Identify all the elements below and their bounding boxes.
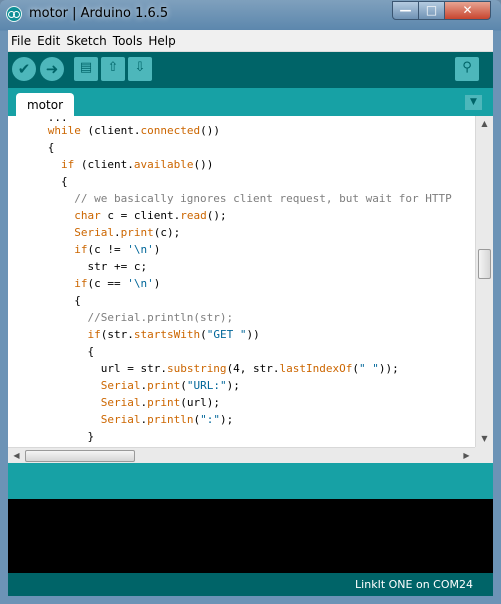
code-line: if (client.available()) [60,158,214,171]
new-file-icon: ▤ [79,60,93,75]
horizontal-scroll-thumb[interactable] [25,450,135,462]
close-button[interactable]: ✕ [444,1,491,20]
serial-monitor-button[interactable]: ⚲ [455,57,479,81]
code-line: // we basically ignores client request, … [8,192,452,205]
code-line: if(c == '\n') [74,277,161,290]
open-button[interactable]: ⇧ [101,57,125,81]
scroll-left-icon[interactable]: ◀ [8,448,25,464]
verify-button[interactable]: ✔ [12,57,36,81]
code-line: { [8,141,55,154]
vertical-scrollbar[interactable]: ▲ ▼ [475,116,493,447]
scroll-up-icon[interactable]: ▲ [476,116,493,132]
board-port-status: LinkIt ONE on COM24 [355,578,473,591]
code-line: if(str.startsWith("GET ")) [87,328,260,341]
code-line: { [8,345,95,358]
upload-button[interactable]: ➜ [40,57,64,81]
maximize-button[interactable]: □ [418,1,445,20]
title-bar[interactable]: motor | Arduino 1.6.5 — □ ✕ [0,0,501,30]
tab-motor[interactable]: motor [16,93,74,116]
menu-file[interactable]: File [8,30,34,48]
code-line: url = str.substring(4, str.lastIndexOf("… [8,362,399,375]
code-line: Serial.print(c); [74,226,181,239]
code-line: Serial.print("URL:"); [100,379,240,392]
scroll-corner [475,447,493,463]
chevron-down-icon: ▼ [470,97,477,107]
status-bar: LinkIt ONE on COM24 [8,573,493,596]
code-line: char c = client.read(); [74,209,227,222]
code-line: } [8,430,95,443]
vertical-scroll-thumb[interactable] [478,249,491,279]
scroll-down-icon[interactable]: ▼ [476,431,493,447]
code-line: Serial.println(":"); [100,413,234,426]
code-editor[interactable]: ... while (client.connected()) { if (cli… [8,116,475,447]
arrow-down-icon: ⇩ [134,60,146,75]
code-line: { [8,294,81,307]
menu-edit[interactable]: Edit [34,30,63,48]
code-line: while (client.connected()) [47,124,220,137]
tab-bar: motor ▼ [8,88,493,116]
console-output[interactable] [8,499,493,573]
message-area [8,463,493,499]
arrow-right-icon: ➜ [45,60,59,78]
magnifier-icon: ⚲ [462,60,472,75]
code-line: if(c != '\n') [74,243,161,256]
save-button[interactable]: ⇩ [128,57,152,81]
minimize-button[interactable]: — [392,1,419,20]
menu-help[interactable]: Help [145,30,178,48]
menu-tools[interactable]: Tools [110,30,146,48]
code-line: Serial.print(url); [100,396,220,409]
new-button[interactable]: ▤ [74,57,98,81]
menu-sketch[interactable]: Sketch [63,30,109,48]
code-line: str += c; [8,260,148,273]
arrow-up-icon: ⇧ [107,60,119,75]
checkmark-icon: ✔ [17,60,31,78]
scroll-right-icon[interactable]: ▶ [458,448,475,464]
code-line: { [8,175,68,188]
window-title: motor | Arduino 1.6.5 [29,6,169,21]
arduino-logo-icon [6,6,22,22]
app-content: File Edit Sketch Tools Help ✔ ➜ ▤ ⇧ ⇩ ⚲ moto… [8,30,493,596]
toolbar: ✔ ➜ ▤ ⇧ ⇩ ⚲ [8,52,493,88]
code-line: //Serial.println(str); [8,311,234,324]
tab-menu-button[interactable]: ▼ [465,95,482,110]
menu-bar: File Edit Sketch Tools Help [8,30,493,52]
horizontal-scrollbar[interactable]: ◀ ▶ [8,447,475,463]
